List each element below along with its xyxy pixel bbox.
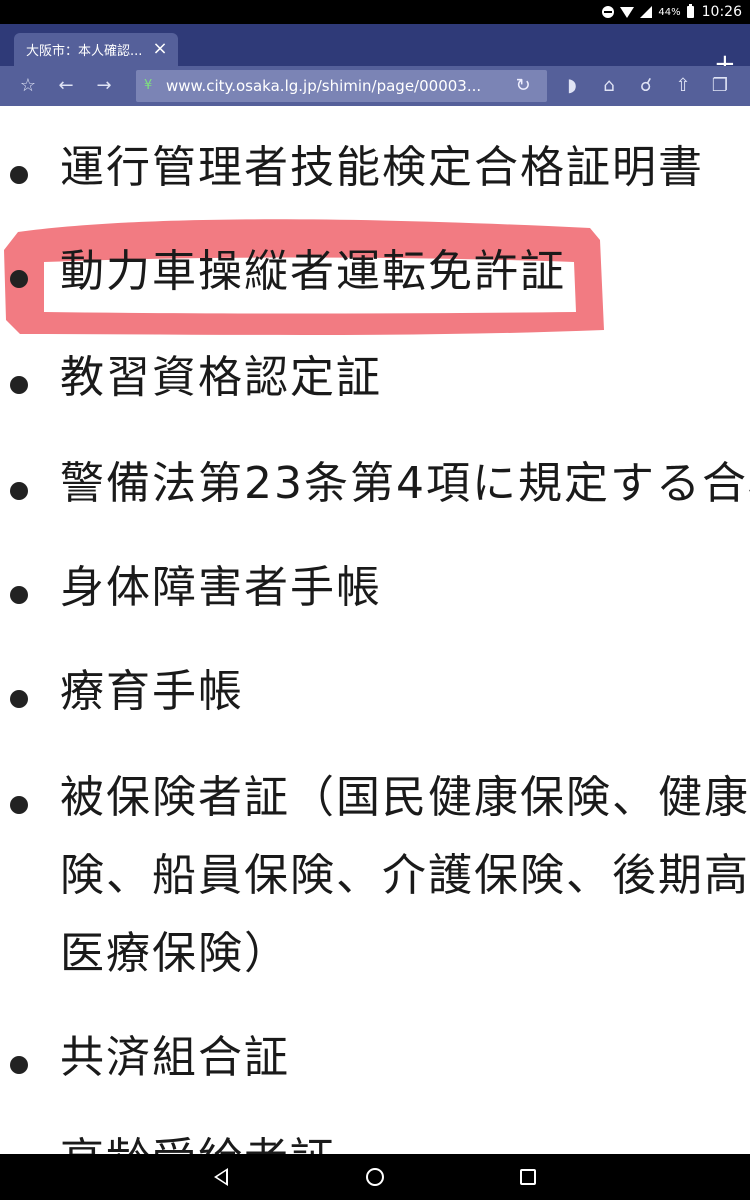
list-item-text: 身体障害者手帳: [60, 562, 382, 613]
dolphin-icon[interactable]: ◗: [560, 74, 584, 98]
bookmark-star-icon[interactable]: ☆: [16, 74, 40, 98]
home-icon[interactable]: ⌂: [597, 74, 621, 98]
browser-toolbar: ☆ ← → ¥ www.city.osaka.lg.jp/shimin/page…: [0, 66, 750, 106]
browser-tab[interactable]: 大阪市：本人確認... ×: [14, 33, 178, 66]
list-item-text: 被保険者証（国民健康保険、健康保: [60, 772, 750, 823]
list-item-text: 高齢受給者証: [60, 1134, 336, 1154]
gesture-icon[interactable]: ☌: [634, 74, 658, 98]
bullet: [10, 796, 28, 814]
list-item-text-continued: 険、船員保険、介護保険、後期高齢: [60, 850, 750, 901]
address-bar[interactable]: ¥ www.city.osaka.lg.jp/shimin/page/00003…: [136, 70, 547, 102]
bullet: [10, 690, 28, 708]
reload-icon[interactable]: ↻: [513, 76, 533, 96]
site-favicon-icon: ¥: [144, 78, 153, 93]
tabs-icon[interactable]: ❐: [708, 74, 732, 98]
list-item-text: 運行管理者技能検定合格証明書: [60, 142, 704, 193]
clock: 10:26: [701, 4, 742, 20]
signal-icon: [640, 6, 653, 18]
nav-recent-apps-icon[interactable]: [520, 1169, 536, 1185]
share-icon[interactable]: ⇧: [671, 74, 695, 98]
battery-percent: 44%: [658, 6, 681, 18]
tab-title: 大阪市：本人確認...: [26, 44, 143, 59]
battery-icon: [686, 4, 694, 18]
list-item-text: 療育手帳: [60, 666, 244, 717]
list-item-text: 警備法第23条第4項に規定する合格: [60, 458, 750, 509]
do-not-disturb-icon: [602, 6, 615, 18]
nav-back-icon[interactable]: [214, 1168, 228, 1186]
close-tab-icon[interactable]: ×: [152, 40, 168, 58]
list-item-text: 共済組合証: [60, 1032, 290, 1083]
bullet: [10, 482, 28, 500]
list-item-text: 動力車操縦者運転免許証: [60, 246, 566, 297]
tab-bar: 大阪市：本人確認... × +: [0, 24, 750, 77]
page-content: 運行管理者技能検定合格証明書 動力車操縦者運転免許証 教習資格認定証 警備法第2…: [0, 106, 750, 1154]
wifi-icon: [620, 6, 635, 18]
bullet: [10, 166, 28, 184]
bullet: [10, 376, 28, 394]
list-item-text-continued: 医療保険）: [60, 928, 290, 979]
forward-arrow-icon[interactable]: →: [92, 74, 116, 98]
url-text: www.city.osaka.lg.jp/shimin/page/00003..…: [166, 77, 482, 95]
back-arrow-icon[interactable]: ←: [54, 74, 78, 98]
navigation-bar: [0, 1154, 750, 1200]
bullet: [10, 1056, 28, 1074]
status-bar: 44% 10:26: [0, 0, 750, 24]
bullet: [10, 270, 28, 288]
list-item-text: 教習資格認定証: [60, 352, 382, 403]
bullet: [10, 586, 28, 604]
nav-home-icon[interactable]: [366, 1168, 384, 1186]
